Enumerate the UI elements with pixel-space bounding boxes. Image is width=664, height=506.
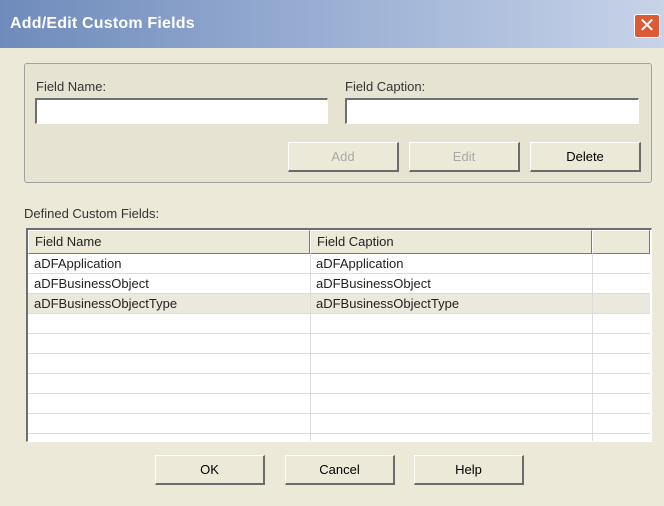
- empty-row: [28, 374, 650, 394]
- close-icon: ✕: [638, 15, 656, 37]
- empty-row: [28, 394, 650, 414]
- column-divider: [592, 254, 593, 441]
- field-caption-input[interactable]: [345, 98, 639, 124]
- add-button[interactable]: Add: [288, 142, 399, 172]
- list-row-selected[interactable]: aDFBusinessObjectType aDFBusinessObjectT…: [28, 294, 650, 314]
- defined-fields-label: Defined Custom Fields:: [24, 206, 160, 221]
- empty-row: [28, 354, 650, 374]
- empty-row: [28, 314, 650, 334]
- row-field-caption: aDFApplication: [316, 256, 404, 271]
- row-field-name: aDFApplication: [34, 256, 122, 271]
- column-divider: [310, 254, 311, 441]
- list-row[interactable]: aDFBusinessObject aDFBusinessObject: [28, 274, 650, 294]
- field-name-input[interactable]: [35, 98, 328, 124]
- list-row[interactable]: aDFApplication aDFApplication: [28, 254, 650, 274]
- empty-row: [28, 414, 650, 434]
- row-field-caption: aDFBusinessObjectType: [316, 296, 460, 311]
- window-title: Add/Edit Custom Fields: [10, 15, 195, 32]
- empty-row: [28, 334, 650, 354]
- custom-fields-list[interactable]: Field Name Field Caption aDFApplication …: [26, 228, 652, 442]
- field-caption-label: Field Caption:: [345, 79, 426, 94]
- row-field-caption: aDFBusinessObject: [316, 276, 431, 291]
- close-button[interactable]: ✕: [634, 14, 660, 38]
- field-name-label: Field Name:: [36, 79, 107, 94]
- title-bar: Add/Edit Custom Fields ✕: [0, 0, 664, 48]
- column-header-field-name[interactable]: Field Name: [28, 230, 310, 254]
- row-field-name: aDFBusinessObjectType: [34, 296, 178, 311]
- help-button[interactable]: Help: [414, 455, 524, 485]
- ok-button[interactable]: OK: [155, 455, 265, 485]
- edit-button[interactable]: Edit: [409, 142, 520, 172]
- delete-button[interactable]: Delete: [530, 142, 641, 172]
- cancel-button[interactable]: Cancel: [285, 455, 395, 485]
- row-field-name: aDFBusinessObject: [34, 276, 149, 291]
- column-header-field-caption[interactable]: Field Caption: [310, 230, 592, 254]
- column-header-extra[interactable]: [592, 230, 650, 254]
